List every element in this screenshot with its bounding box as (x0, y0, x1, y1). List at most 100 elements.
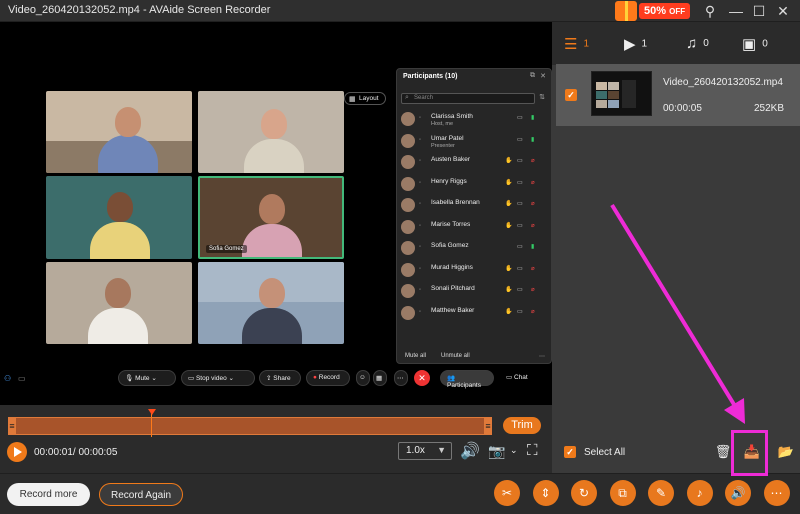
trim-start-handle[interactable]: ≡ (8, 417, 16, 435)
camera-icon: ▭ (517, 222, 523, 229)
hand-icon (505, 115, 511, 121)
close-button[interactable]: ✕ (773, 2, 793, 20)
maximize-button[interactable]: ☐ (749, 2, 769, 20)
snapshot-dropdown-icon[interactable]: ⌄ (510, 445, 518, 456)
item-checkbox[interactable]: ✓ (565, 89, 577, 101)
more-icon: ⋯ (539, 354, 545, 360)
hand-icon: ✋ (505, 287, 513, 293)
video-tile (198, 262, 344, 344)
hand-icon: ✋ (505, 265, 513, 272)
speed-select[interactable]: 1.0x ▼ (398, 442, 452, 460)
hand-icon: ✋ (505, 308, 513, 315)
participants-panel: Participants (10) ⧉ ✕ ⌕ Search ⇅ ◦ Claris… (396, 68, 552, 364)
chat-bubble-icon: ▭ (18, 374, 26, 383)
hand-icon (505, 137, 511, 143)
trim-button[interactable]: Trim (503, 417, 541, 434)
hand-icon: ✋ (505, 222, 513, 229)
mute-control: 🎙 Mute ⌄ (118, 370, 176, 386)
mic-icon: ⌀ (531, 201, 535, 207)
record-again-button[interactable]: Record Again (99, 483, 183, 506)
scissors-icon[interactable]: ✂ (494, 480, 520, 506)
mic-icon: 🎙 (125, 375, 134, 382)
participant-row: ◦ Clarissa Smith Host, me ▭ ▮ (401, 109, 546, 129)
promo-banner[interactable]: 50% OFF (615, 1, 691, 21)
status-icon: ◦ (419, 201, 422, 207)
status-icon: ◦ (419, 222, 422, 229)
file-duration: 00:00:05 (663, 103, 702, 114)
participant-search: ⌕ Search (401, 93, 535, 104)
camera-icon: ▭ (517, 287, 523, 293)
tab-image[interactable]: ▣ 0 (742, 35, 768, 53)
delete-icon[interactable]: 🗑 (714, 443, 732, 461)
video-tile (46, 262, 192, 344)
trim-end-handle[interactable]: ≡ (484, 417, 492, 435)
camera-icon: ▭ (517, 158, 523, 164)
more-icon[interactable]: ⋯ (763, 480, 790, 506)
hand-icon: ✋ (505, 179, 513, 186)
video-thumbnail (591, 71, 652, 116)
tile-name-label: Sofia Gomez (206, 245, 247, 253)
avatar (401, 219, 415, 234)
playhead[interactable] (148, 409, 156, 437)
status-icon: ◦ (419, 308, 422, 315)
open-folder-icon[interactable]: 📂 (777, 443, 795, 461)
pin-icon[interactable]: ⚲ (700, 2, 720, 20)
mic-icon: ⌀ (531, 222, 535, 229)
layout-icon: ▦ (349, 96, 356, 103)
chevron-down-icon: ▼ (437, 445, 446, 455)
play-button[interactable] (7, 442, 27, 462)
avatar (401, 284, 415, 298)
file-size: 252KB (753, 103, 784, 114)
image-icon: ▣ (742, 36, 757, 53)
highlight-box (731, 430, 768, 476)
tab-video[interactable]: ▶ 1 (624, 35, 647, 53)
video-preview: ⊖ ⊕ ▦ Layout Sofia Gomez Participants (1… (0, 22, 552, 405)
participants-title: Participants (10) (403, 73, 458, 80)
rotate-icon[interactable]: ↻ (571, 480, 597, 506)
tab-audio[interactable]: ♫ 0 (686, 35, 709, 52)
layout-button: ▦ Layout (344, 92, 386, 105)
snapshot-icon[interactable]: 📷 (488, 443, 505, 460)
participant-role: Host, me (431, 121, 454, 127)
participant-row: ◦ Marise Torres ✋ ▭ ⌀ (401, 217, 546, 237)
hand-icon: ✋ (505, 158, 513, 164)
record-control: ● Record (306, 370, 350, 386)
avatar (401, 241, 415, 255)
participant-row: ◦ Isabella Brennan ✋ ▭ ⌀ (401, 195, 546, 215)
record-more-button[interactable]: Record more (7, 483, 90, 506)
volume-boost-icon[interactable]: 🔊 (725, 480, 751, 506)
recording-list-item[interactable]: ✓ Video_260420132052.mp4 00:00:05 252KB (556, 64, 800, 126)
participant-name: Matthew Baker (431, 306, 475, 314)
participant-name: Umar Patel (431, 134, 464, 142)
recording-history-panel: ☰ 1 ▶ 1 ♫ 0 ▣ 0 ✓ Video_260420132052.mp4 00:… (552, 22, 800, 473)
volume-icon[interactable]: 🔊 (460, 441, 480, 461)
fullscreen-icon[interactable]: ⛶ (527, 442, 538, 459)
camera-icon: ▭ (517, 244, 523, 250)
chat-icon: ▭ (506, 374, 513, 381)
media-tabs: ☰ 1 ▶ 1 ♫ 0 ▣ 0 (552, 22, 800, 65)
hand-icon (505, 244, 511, 250)
search-icon: ⌕ (405, 94, 409, 101)
status-icon: ◦ (419, 136, 422, 143)
audio-convert-icon[interactable]: ♪ (686, 480, 713, 506)
participant-name: Austen Baker (431, 156, 471, 163)
leave-call-icon: ✕ (414, 370, 430, 386)
merge-icon[interactable]: ⧉ (609, 480, 636, 506)
participant-row: ◦ Austen Baker ✋ ▭ ⌀ (401, 152, 546, 172)
bottom-toolbar: Record more Record Again ✂ ⇕ ↻ ⧉ ✎ ♪ 🔊 ⋯ (0, 473, 800, 514)
gift-icon (615, 1, 637, 21)
avatar (401, 198, 415, 212)
select-all-label[interactable]: Select All (584, 447, 625, 458)
minimize-button[interactable]: — (726, 2, 746, 20)
people-icon: 👥 (447, 375, 456, 382)
select-all-checkbox[interactable]: ✓ (564, 446, 576, 458)
status-icon: ◦ (419, 265, 422, 272)
trim-track[interactable]: ≡ ≡ (8, 417, 492, 435)
camera-icon: ▭ (188, 375, 195, 382)
edit-icon[interactable]: ✎ (648, 480, 674, 506)
compress-icon[interactable]: ⇕ (532, 480, 559, 506)
camera-icon: ▭ (517, 179, 523, 186)
tab-all[interactable]: ☰ 1 (564, 35, 589, 53)
mic-icon: ▮ (531, 115, 535, 121)
mic-icon: ⌀ (531, 179, 535, 186)
